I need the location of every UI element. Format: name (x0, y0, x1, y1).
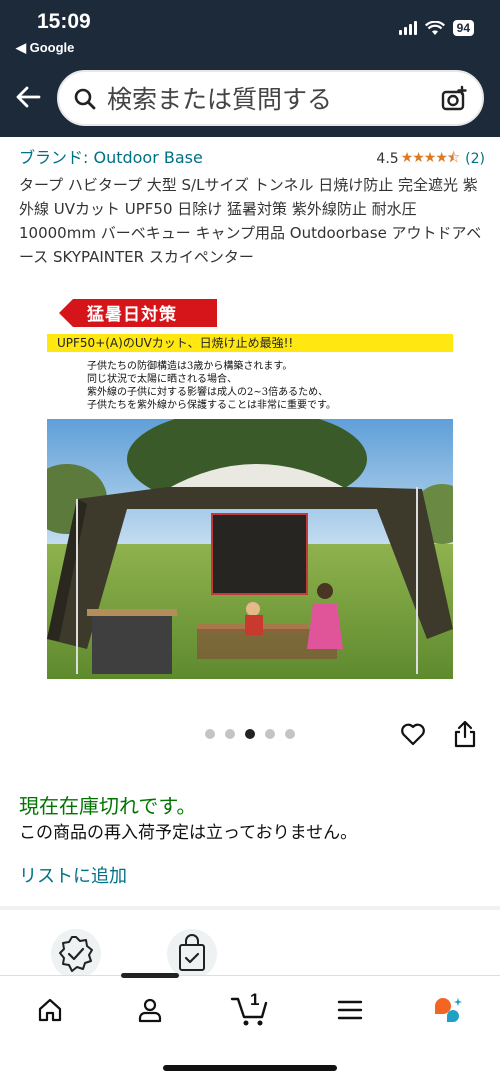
bottom-navigation: 1 (0, 973, 500, 1080)
carousel-dot-active[interactable] (245, 729, 255, 739)
camera-search-icon[interactable] (440, 85, 468, 113)
status-time: 15:09 (37, 10, 91, 33)
search-icon (74, 88, 96, 110)
nav-cart[interactable]: 1 (228, 990, 272, 1030)
image-description: 子供たちの防御構造は3歳から構築されます。 同じ状況で太陽に晒される場合、 紫外… (87, 360, 336, 412)
menu-icon (337, 1000, 363, 1020)
signal-icon (398, 21, 417, 35)
cart-count: 1 (250, 990, 260, 1009)
heart-icon[interactable] (399, 720, 427, 748)
search-input[interactable] (107, 84, 427, 114)
image-desc-line: 紫外線の子供に対する影響は成人の2~3倍あるため、 (87, 387, 329, 398)
rating-count[interactable]: (2) (465, 151, 485, 167)
home-icon (38, 998, 62, 1022)
nav-home[interactable] (30, 990, 70, 1030)
wifi-icon (424, 20, 445, 35)
header: 15:09 ◀ Google 94 (0, 0, 500, 137)
search-bar[interactable] (57, 70, 484, 126)
nav-account[interactable] (130, 990, 170, 1030)
carousel-dots[interactable] (205, 729, 295, 739)
back-to-app-link[interactable]: ◀ Google (16, 40, 74, 56)
product-header: ブランド: Outdoor Base 4.5 ★★★★⯪ (2) タープ ハビタ… (19, 144, 485, 269)
image-tag-text: 猛暑日対策 (87, 305, 177, 325)
image-desc-line: 子供たちの防御構造は3歳から構築されます。 (87, 361, 293, 372)
active-tab-indicator (121, 973, 179, 978)
rating-value: 4.5 (376, 151, 399, 167)
nav-rufus[interactable] (428, 990, 468, 1030)
add-to-list-link[interactable]: リストに追加 (19, 862, 127, 888)
brand-rating-row: ブランド: Outdoor Base 4.5 ★★★★⯪ (2) (19, 144, 485, 171)
carousel-dot[interactable] (205, 729, 215, 739)
app-root: 15:09 ◀ Google 94 検索または質問する ブランド: Outdoo… (0, 0, 500, 1080)
status-icons: 94 (398, 20, 474, 36)
nav-menu[interactable] (330, 990, 370, 1030)
account-icon (138, 998, 162, 1023)
carousel-dot[interactable] (265, 729, 275, 739)
back-arrow-icon[interactable] (14, 83, 42, 111)
battery-icon: 94 (452, 20, 474, 36)
restock-note: この商品の再入荷予定は立っておりません。 (19, 823, 358, 843)
rating[interactable]: 4.5 ★★★★⯪ (2) (376, 147, 485, 171)
product-image[interactable]: 猛暑日対策 UPF50+(A)のUVカット、日焼け止め最強!! 子供たちの防御構… (47, 297, 453, 679)
image-yellow-band: UPF50+(A)のUVカット、日焼け止め最強!! (47, 334, 453, 352)
section-divider (0, 906, 500, 910)
brand-link[interactable]: ブランド: Outdoor Base (19, 144, 203, 168)
star-rating-icon: ★★★★⯪ (400, 150, 460, 166)
image-desc-line: 子供たちを紫外線から保護することは非常に重要です。 (87, 400, 336, 411)
share-icon[interactable] (453, 720, 477, 748)
home-indicator[interactable] (163, 1065, 337, 1071)
stock-status: 現在在庫切れです。 (19, 794, 197, 818)
rufus-icon (435, 998, 462, 1022)
carousel-dot[interactable] (285, 729, 295, 739)
verified-badge-icon[interactable] (50, 928, 102, 980)
image-desc-line: 同じ状況で太陽に晒される場合、 (87, 374, 237, 385)
product-title: タープ ハビタープ 大型 S/Lサイズ トンネル 日焼け防止 完全遮光 紫外線 … (19, 176, 482, 266)
tent-photo (47, 419, 453, 679)
carousel-dot[interactable] (225, 729, 235, 739)
